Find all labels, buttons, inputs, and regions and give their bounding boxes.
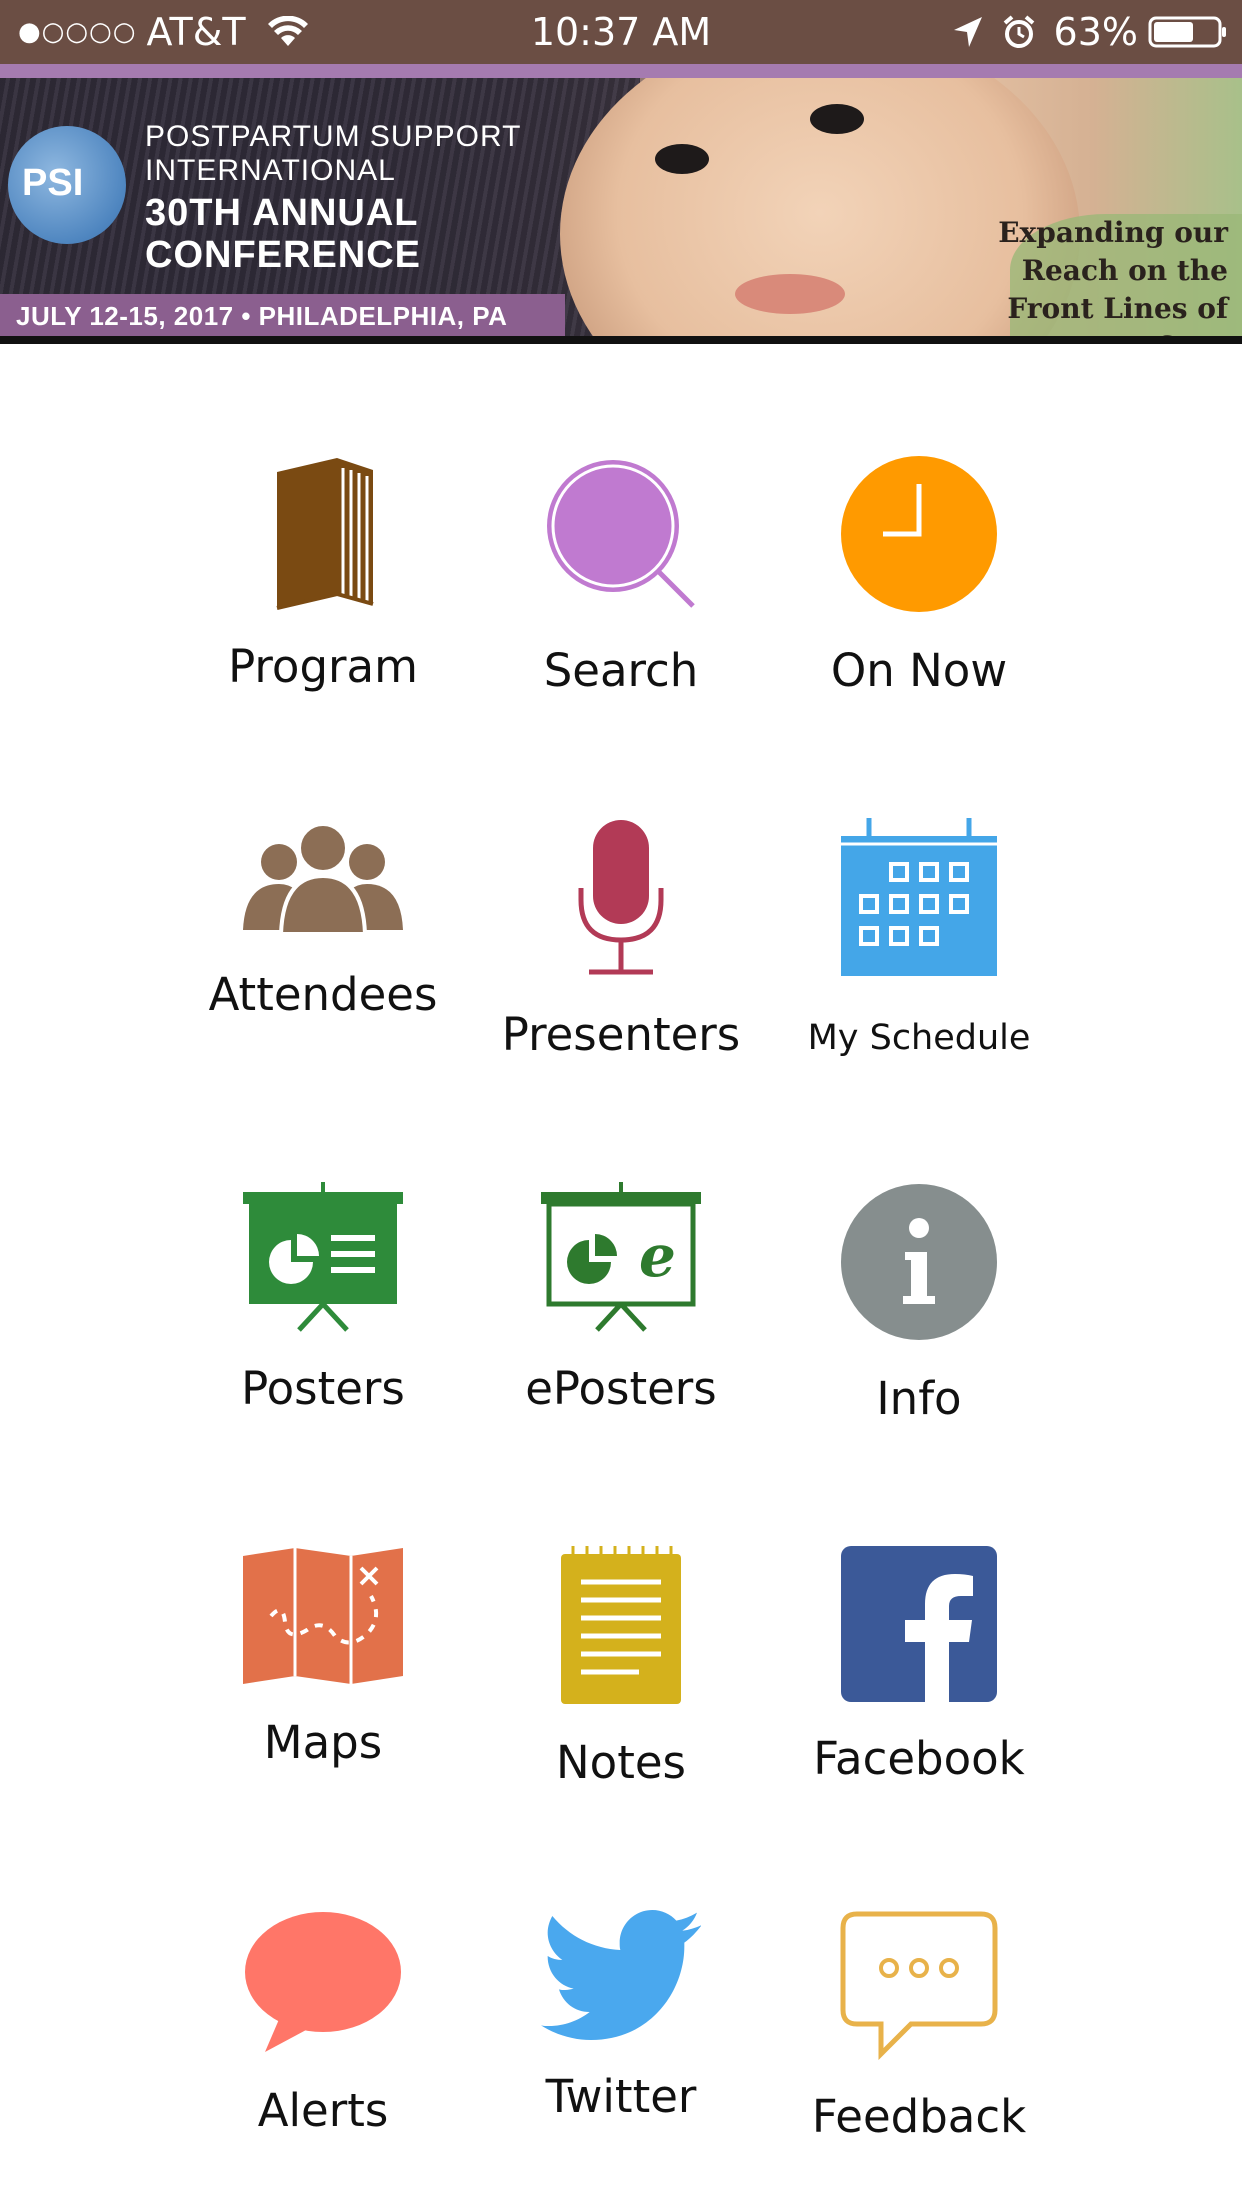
banner-photo-eye-right <box>810 104 864 134</box>
battery-percent: 63% <box>1053 10 1138 54</box>
feedback-button[interactable]: Feedback <box>789 1800 1049 2143</box>
banner-photo-eye-left <box>655 144 709 174</box>
program-button[interactable]: Program <box>193 344 453 693</box>
presenters-label: Presenters <box>501 1008 741 1061</box>
alerts-label: Alerts <box>257 2084 389 2137</box>
banner-bottom-border <box>0 336 1242 344</box>
on-now-button[interactable]: On Now <box>789 344 1049 697</box>
svg-text:e: e <box>639 1222 676 1290</box>
people-group-icon <box>243 818 403 938</box>
tagline-line1: Expanding our <box>998 216 1228 249</box>
search-icon <box>541 454 701 614</box>
twitter-label: Twitter <box>545 2070 697 2123</box>
posters-button[interactable]: Posters <box>193 1072 453 1415</box>
map-icon <box>243 1546 403 1686</box>
organization-name-line2: INTERNATIONAL <box>145 154 396 187</box>
banner-top-stripe <box>0 64 1242 78</box>
conference-tagline: Expanding our Reach on the Front Lines o… <box>928 214 1228 344</box>
microphone-icon <box>541 818 701 978</box>
facebook-icon <box>839 1546 999 1702</box>
calendar-icon <box>839 818 999 978</box>
maps-label: Maps <box>263 1716 383 1769</box>
maps-button[interactable]: Maps <box>193 1436 453 1769</box>
psi-logo-text: PSI <box>22 162 84 204</box>
conference-date-location: JULY 12-15, 2017 • PHILADELPHIA, PA <box>0 294 565 338</box>
location-arrow-icon <box>953 17 982 47</box>
conference-banner: PSI POSTPARTUM SUPPORT INTERNATIONAL 30T… <box>0 64 1242 344</box>
on-now-label: On Now <box>830 644 1008 697</box>
notes-button[interactable]: Notes <box>491 1436 751 1789</box>
organization-name-line1: POSTPARTUM SUPPORT <box>145 120 522 153</box>
program-label: Program <box>228 640 418 693</box>
eposter-board-icon: e <box>541 1182 701 1332</box>
facebook-label: Facebook <box>813 1732 1025 1785</box>
status-bar: ●○○○○ AT&T 10:37 AM 63% <box>0 0 1242 64</box>
conference-title-line1: 30TH ANNUAL <box>145 192 419 234</box>
speech-bubble-icon <box>243 1910 403 2054</box>
conference-title-line2: CONFERENCE <box>145 234 422 276</box>
notepad-icon <box>541 1546 701 1706</box>
info-button[interactable]: Info <box>789 1072 1049 1425</box>
organization-name: POSTPARTUM SUPPORT INTERNATIONAL <box>145 120 521 188</box>
feedback-label: Feedback <box>811 2090 1027 2143</box>
twitter-button[interactable]: Twitter <box>491 1800 751 2123</box>
clock-icon <box>839 454 999 614</box>
info-label: Info <box>876 1372 962 1425</box>
search-button[interactable]: Search <box>491 344 751 697</box>
info-icon <box>839 1182 999 1342</box>
my-schedule-button[interactable]: My Schedule <box>789 708 1049 1058</box>
alarm-icon <box>1003 15 1034 48</box>
chat-bubble-icon <box>839 1910 999 2060</box>
twitter-bird-icon <box>541 1910 701 2040</box>
conference-title: 30TH ANNUAL CONFERENCE <box>145 192 421 276</box>
book-icon <box>243 454 403 610</box>
presentation-board-icon <box>243 1182 403 1332</box>
presenters-button[interactable]: Presenters <box>491 708 751 1061</box>
tagline-line2: Reach on the <box>1021 254 1228 287</box>
eposters-label: ePosters <box>525 1362 717 1415</box>
battery-icon <box>1148 16 1226 48</box>
attendees-button[interactable]: Attendees <box>193 708 453 1021</box>
attendees-label: Attendees <box>208 968 438 1021</box>
search-label: Search <box>543 644 699 697</box>
notes-label: Notes <box>556 1736 686 1789</box>
alerts-button[interactable]: Alerts <box>193 1800 453 2137</box>
eposters-button[interactable]: e ePosters <box>491 1072 751 1415</box>
posters-label: Posters <box>241 1362 405 1415</box>
my-schedule-label: My Schedule <box>807 1018 1031 1058</box>
banner-photo-mouth <box>735 274 845 314</box>
facebook-button[interactable]: Facebook <box>789 1436 1049 1785</box>
